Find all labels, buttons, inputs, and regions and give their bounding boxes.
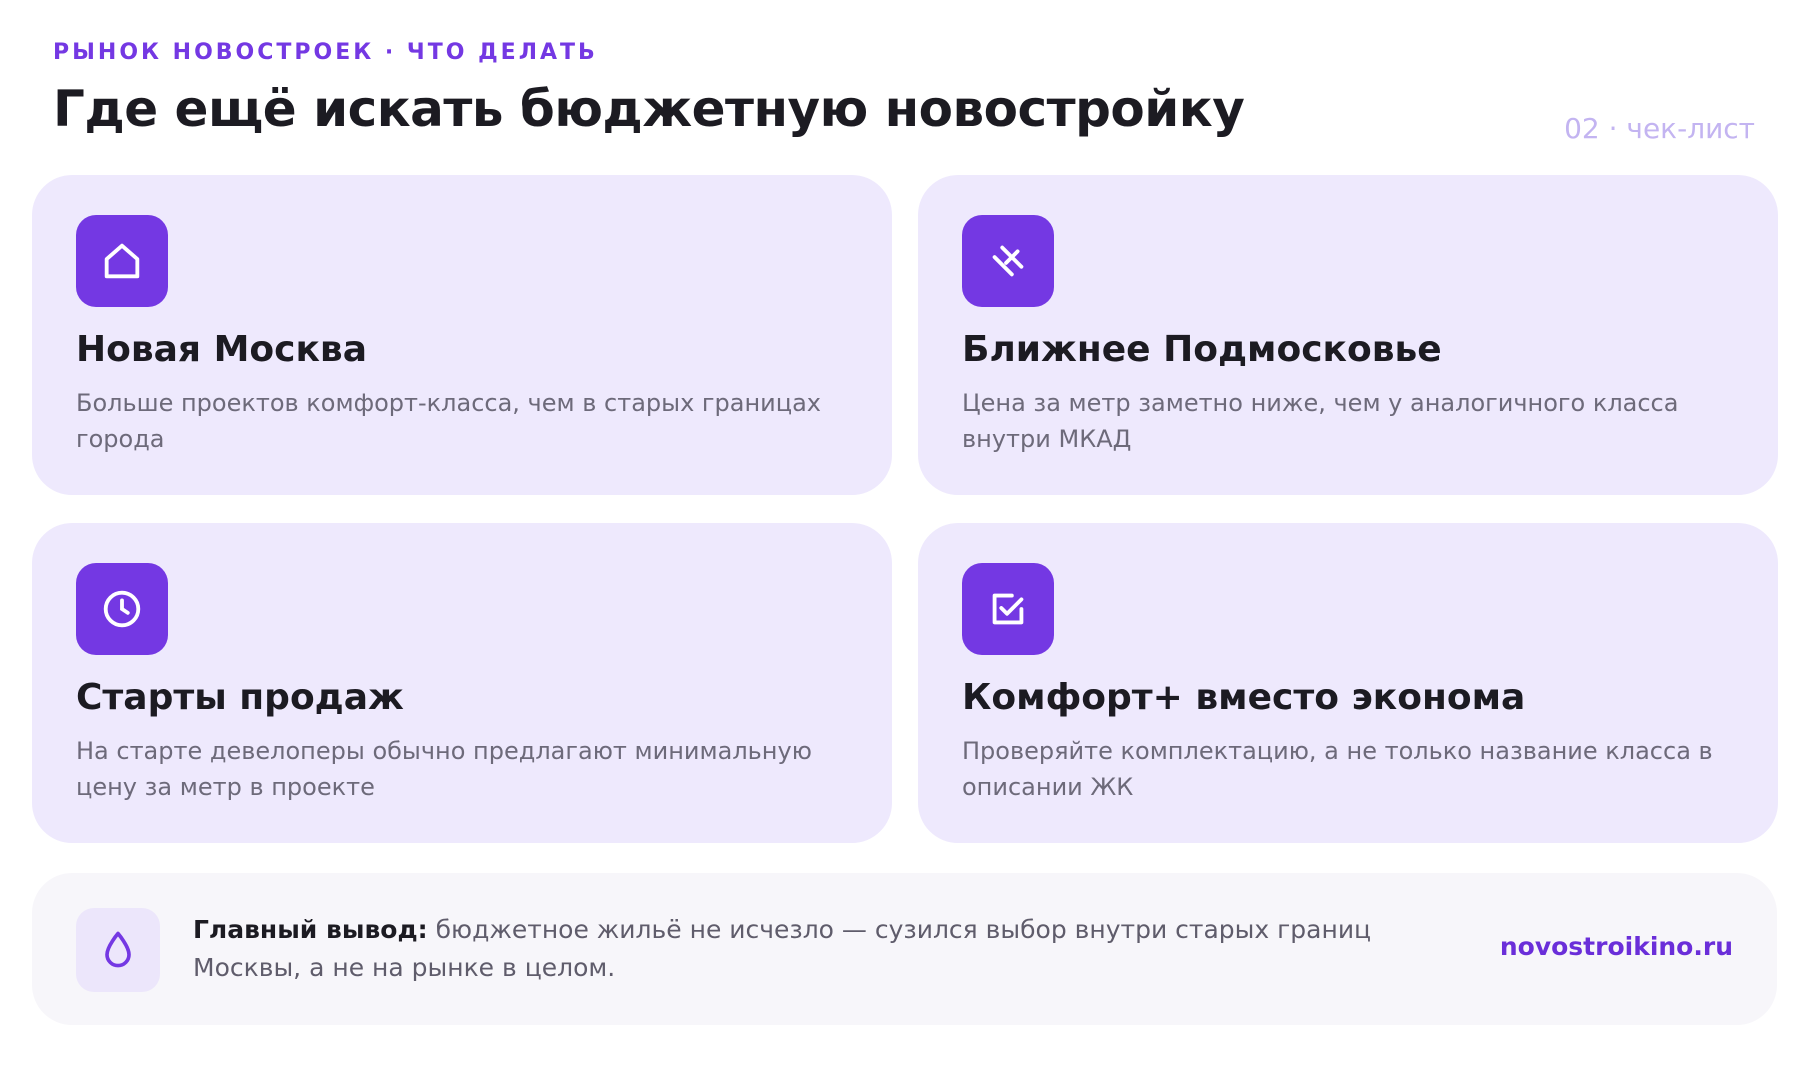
card-comfort-plus: Комфорт+ вместо эконома Проверяйте компл… [918,523,1778,843]
card-description: Больше проектов комфорт-класса, чем в ст… [76,389,821,453]
conclusion-panel: Главный вывод: бюджетное жильё не исчезл… [32,873,1777,1025]
card-title: Старты продаж [76,677,404,718]
house-icon [76,215,168,307]
card-new-moscow: Новая Москва Больше проектов комфорт-кла… [32,175,892,495]
card-sales-starts: Старты продаж На старте девелоперы обычн… [32,523,892,843]
card-description: Проверяйте комплектацию, а не только наз… [962,737,1713,801]
card-title: Ближнее Подмосковье [962,329,1442,370]
conclusion-label: Главный вывод: [193,915,428,944]
eyebrow-label: РЫНОК НОВОСТРОЕК · ЧТО ДЕЛАТЬ [53,40,598,65]
page-marker: 02 · чек-лист [1564,112,1755,145]
card-title: Комфорт+ вместо эконома [962,677,1526,718]
card-title: Новая Москва [76,329,367,370]
card-description: Цена за метр заметно ниже, чем у аналоги… [962,389,1679,453]
drop-icon [76,908,160,992]
card-near-suburbs: Ближнее Подмосковье Цена за метр заметно… [918,175,1778,495]
brand-link[interactable]: novostroikino.ru [1500,932,1733,961]
clock-icon [76,563,168,655]
page-title: Где ещё искать бюджетную новостройку [53,80,1245,138]
conclusion-text: Главный вывод: бюджетное жильё не исчезл… [193,911,1483,987]
route-icon [962,215,1054,307]
card-description: На старте девелоперы обычно предлагают м… [76,737,812,801]
checkbox-icon [962,563,1054,655]
